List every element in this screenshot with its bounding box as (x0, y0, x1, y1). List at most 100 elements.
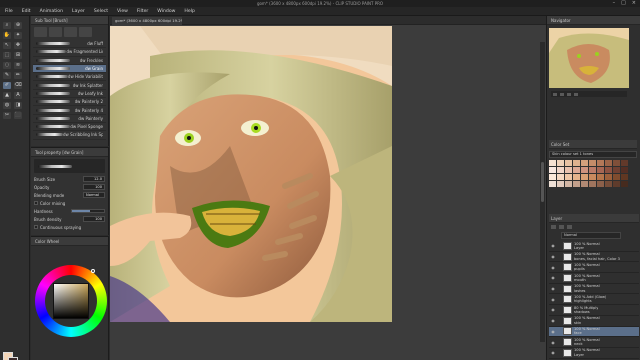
color-set-selector[interactable]: Skin colour set 1 tones (549, 151, 637, 158)
hardness-slider[interactable] (71, 209, 105, 213)
color-swatch[interactable] (613, 181, 620, 187)
brush-item[interactable]: dw Painterly 2 (33, 98, 106, 107)
color-swatch[interactable] (557, 181, 564, 187)
density-input[interactable]: 100 (83, 216, 105, 222)
color-swatch[interactable] (597, 181, 604, 187)
eye-icon[interactable]: ◉ (549, 243, 557, 248)
color-swatch[interactable] (605, 181, 612, 187)
color-swatch[interactable] (613, 174, 620, 180)
brush-item[interactable]: dw Pixel Sponge (33, 123, 106, 132)
color-swatch[interactable] (621, 167, 628, 173)
category-tab[interactable] (64, 27, 77, 37)
new-folder-icon[interactable] (559, 225, 564, 229)
color-swatch[interactable] (581, 174, 588, 180)
checkbox-box[interactable] (34, 201, 38, 205)
brush-item[interactable]: dw Painterly (33, 115, 106, 123)
zoom-out-icon[interactable] (553, 92, 557, 96)
minimize-button[interactable]: – (613, 0, 616, 7)
delete-layer-icon[interactable] (567, 225, 572, 229)
category-tab[interactable] (34, 27, 47, 37)
navigator-thumbnail[interactable] (549, 28, 629, 88)
color-swatch[interactable] (565, 181, 572, 187)
color-swatch[interactable] (549, 167, 556, 173)
menu-select[interactable]: Select (94, 9, 108, 14)
brush-item[interactable]: dw Scribbling Ink Splatters for Wrap (33, 131, 106, 140)
saturation-value-square[interactable] (53, 283, 89, 319)
flip-icon[interactable] (574, 92, 578, 96)
color-swatch[interactable] (581, 181, 588, 187)
menu-layer[interactable]: Layer (72, 9, 85, 14)
scrollbar-thumb[interactable] (541, 162, 544, 202)
text-tool-icon[interactable]: A (14, 92, 22, 99)
color-swatch[interactable] (557, 160, 564, 166)
color-swatch[interactable] (565, 160, 572, 166)
eye-icon[interactable]: ◉ (549, 297, 557, 302)
color-swatch[interactable] (597, 160, 604, 166)
menu-filter[interactable]: Filter (137, 9, 148, 14)
close-button[interactable]: × (632, 0, 636, 7)
color-swatch[interactable] (581, 167, 588, 173)
rotate-icon[interactable] (567, 92, 571, 96)
menu-view[interactable]: View (117, 9, 128, 14)
hue-marker[interactable] (91, 269, 95, 273)
eyedropper-tool-icon[interactable]: ✦ (14, 32, 22, 39)
eye-icon[interactable]: ◉ (549, 275, 557, 280)
hand-tool-icon[interactable]: ✋ (3, 32, 11, 39)
color-swatch[interactable] (589, 167, 596, 173)
magnify-tool-icon[interactable]: ⊕ (14, 22, 22, 29)
eye-icon[interactable]: ◉ (549, 350, 557, 355)
color-swatch[interactable] (573, 160, 580, 166)
brush-item[interactable]: dw Grain (33, 64, 106, 74)
layer-row[interactable]: ◉ 80 % Multiply shadows (549, 305, 639, 316)
eye-icon[interactable]: ◉ (549, 318, 557, 323)
eye-icon[interactable]: ◉ (549, 286, 557, 291)
layer-blend-mode-select[interactable]: Normal (561, 232, 621, 239)
color-swatch[interactable] (581, 160, 588, 166)
opacity-input[interactable]: 100 (83, 184, 105, 190)
frame-tool-icon[interactable]: ⊞ (14, 52, 22, 59)
eraser-tool-icon[interactable]: ⌫ (14, 82, 22, 89)
layer-row[interactable]: ◉ 100 % Normal Layer (549, 348, 639, 359)
eye-icon[interactable]: ◉ (549, 254, 557, 259)
eye-icon[interactable]: ◉ (549, 307, 557, 312)
color-swatch[interactable] (557, 174, 564, 180)
move-tool-icon[interactable]: ↖ (3, 42, 11, 49)
menu-file[interactable]: File (5, 9, 13, 14)
color-swatch[interactable] (573, 181, 580, 187)
color-swatch[interactable] (549, 160, 556, 166)
figure-tool-icon[interactable]: ⬛ (14, 112, 22, 119)
balloon-tool-icon[interactable]: ◨ (14, 102, 22, 109)
color-swatch[interactable] (605, 160, 612, 166)
layer-row[interactable]: ◉ 100 % Normal neck (549, 337, 639, 348)
brush-item[interactable]: dw Ink Splatter (33, 81, 106, 90)
brush-item[interactable]: dw Fragmented Line (33, 48, 106, 57)
color-swatch[interactable] (573, 167, 580, 173)
eye-icon[interactable]: ◉ (549, 340, 557, 345)
menu-help[interactable]: Help (184, 9, 194, 14)
color-swatch[interactable] (549, 181, 556, 187)
category-tab[interactable] (79, 27, 92, 37)
color-swatch[interactable] (613, 167, 620, 173)
color-swatch[interactable] (621, 181, 628, 187)
cut-tool-icon[interactable]: ✂ (3, 112, 11, 119)
brush-tool-icon[interactable]: ✐ (3, 82, 11, 89)
document-tab[interactable]: gom* (3600 x 4800px 600dpi 19.2%) (112, 17, 182, 25)
brush-size-input[interactable]: 12.0 (83, 176, 105, 182)
brush-item[interactable]: dw Painterly 4 (33, 106, 106, 115)
layer-row[interactable]: ◉ 100 % Normal pupils (549, 262, 639, 274)
color-swatch[interactable] (605, 167, 612, 173)
color-swatch[interactable] (621, 174, 628, 180)
artwork-canvas[interactable] (110, 26, 392, 322)
color-swatch[interactable] (573, 174, 580, 180)
color-swatch[interactable] (613, 160, 620, 166)
maximize-button[interactable]: □ (621, 0, 626, 7)
color-swatch[interactable] (589, 160, 596, 166)
category-tab[interactable] (49, 27, 62, 37)
color-swatch[interactable] (565, 167, 572, 173)
color-swatch[interactable] (597, 174, 604, 180)
color-swatch[interactable] (565, 174, 572, 180)
continuous-checkbox[interactable]: Continuous spraying (34, 225, 81, 230)
color-swatch[interactable] (589, 174, 596, 180)
layer-row[interactable]: ◉ 100 % Normal lashes (549, 284, 639, 295)
eye-icon[interactable]: ◉ (549, 265, 557, 270)
